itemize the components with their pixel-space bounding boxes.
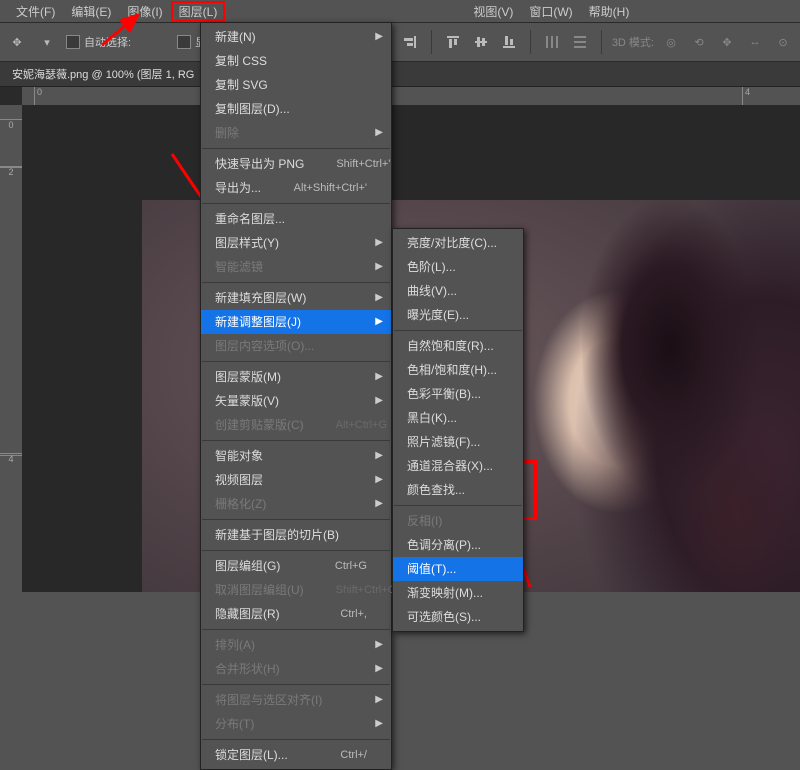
- adj-brightness[interactable]: 亮度/对比度(C)...: [393, 231, 523, 255]
- submenu-arrow-icon: ▶: [375, 313, 383, 331]
- menu-view[interactable]: 视图(V): [465, 1, 521, 22]
- menu-hide-layers[interactable]: 隐藏图层(R)Ctrl+,: [201, 602, 391, 626]
- distribute-v-icon[interactable]: [569, 31, 591, 53]
- menu-lock-layers[interactable]: 锁定图层(L)...Ctrl+/: [201, 743, 391, 767]
- adj-invert: 反相(I): [393, 509, 523, 533]
- menu-copy-svg[interactable]: 复制 SVG: [201, 73, 391, 97]
- menu-smart-object[interactable]: 智能对象▶: [201, 444, 391, 468]
- menu-smart-filter: 智能滤镜▶: [201, 255, 391, 279]
- adj-vibrance[interactable]: 自然饱和度(R)...: [393, 334, 523, 358]
- menu-arrange: 排列(A)▶: [201, 633, 391, 657]
- mode-3d-label: 3D 模式:: [612, 34, 654, 50]
- adj-threshold[interactable]: 阈值(T)...: [393, 557, 523, 581]
- pan-3d-icon[interactable]: ✥: [716, 31, 738, 53]
- menu-new-fill-layer[interactable]: 新建填充图层(W)▶: [201, 286, 391, 310]
- submenu-arrow-icon: ▶: [375, 691, 383, 709]
- tool-preset-dropdown-icon[interactable]: ▾: [36, 31, 58, 53]
- menu-new-adjustment-layer[interactable]: 新建调整图层(J)▶: [201, 310, 391, 334]
- distribute-h-icon[interactable]: [541, 31, 563, 53]
- adj-color-lookup[interactable]: 颜色查找...: [393, 478, 523, 502]
- adj-gradient-map[interactable]: 渐变映射(M)...: [393, 581, 523, 605]
- menu-distribute: 分布(T)▶: [201, 712, 391, 736]
- align-top-icon[interactable]: [442, 31, 464, 53]
- menu-rename-layer[interactable]: 重命名图层...: [201, 207, 391, 231]
- layer-dropdown-menu: 新建(N)▶ 复制 CSS 复制 SVG 复制图层(D)... 删除▶ 快速导出…: [200, 22, 392, 770]
- menu-new[interactable]: 新建(N)▶: [201, 25, 391, 49]
- ruler-v-tick: 2: [0, 166, 22, 177]
- move-tool-icon[interactable]: ✥: [6, 31, 28, 53]
- adj-exposure[interactable]: 曝光度(E)...: [393, 303, 523, 327]
- adj-black-white[interactable]: 黑白(K)...: [393, 406, 523, 430]
- adj-levels[interactable]: 色阶(L)...: [393, 255, 523, 279]
- menu-group-layers[interactable]: 图层编组(G)Ctrl+G: [201, 554, 391, 578]
- menu-edit[interactable]: 编辑(E): [63, 1, 119, 22]
- menu-help[interactable]: 帮助(H): [581, 1, 638, 22]
- menu-video-layers[interactable]: 视频图层▶: [201, 468, 391, 492]
- submenu-arrow-icon: ▶: [375, 715, 383, 733]
- options-bar: ✥ ▾ 自动选择: 显 3D 模式: ◎ ⟲ ✥ ↔ ⊙: [0, 23, 800, 62]
- submenu-arrow-icon: ▶: [375, 258, 383, 276]
- menu-layer-content-options: 图层内容选项(O)...: [201, 334, 391, 358]
- submenu-arrow-icon: ▶: [375, 28, 383, 46]
- ruler-h-tick: 0: [34, 87, 42, 105]
- ruler-v-tick: 0: [0, 119, 22, 130]
- slide-3d-icon[interactable]: ↔: [744, 31, 766, 53]
- align-middle-icon[interactable]: [470, 31, 492, 53]
- menu-layer-mask[interactable]: 图层蒙版(M)▶: [201, 365, 391, 389]
- submenu-arrow-icon: ▶: [375, 289, 383, 307]
- menu-quick-export-png[interactable]: 快速导出为 PNGShift+Ctrl+': [201, 152, 391, 176]
- submenu-arrow-icon: ▶: [375, 636, 383, 654]
- roll-3d-icon[interactable]: ⟲: [688, 31, 710, 53]
- submenu-arrow-icon: ▶: [375, 124, 383, 142]
- menu-combine-shapes: 合并形状(H)▶: [201, 657, 391, 681]
- align-bottom-icon[interactable]: [498, 31, 520, 53]
- document-tab[interactable]: 安妮海瑟薇.png @ 100% (图层 1, RG ×: [0, 62, 800, 87]
- submenu-arrow-icon: ▶: [375, 234, 383, 252]
- ruler-v-tick: 4: [0, 453, 22, 464]
- menu-ungroup: 取消图层编组(U)Shift+Ctrl+G: [201, 578, 391, 602]
- adj-channel-mixer[interactable]: 通道混合器(X)...: [393, 454, 523, 478]
- menu-bar: 文件(F) 编辑(E) 图像(I) 图层(L) 视图(V) 窗口(W) 帮助(H…: [0, 0, 800, 23]
- adj-photo-filter[interactable]: 照片滤镜(F)...: [393, 430, 523, 454]
- align-right-icon[interactable]: [399, 31, 421, 53]
- ruler-horizontal: 0 4: [22, 87, 800, 106]
- menu-duplicate-layer[interactable]: 复制图层(D)...: [201, 97, 391, 121]
- menu-rasterize: 栅格化(Z)▶: [201, 492, 391, 516]
- adj-hue-saturation[interactable]: 色相/饱和度(H)...: [393, 358, 523, 382]
- submenu-arrow-icon: ▶: [375, 447, 383, 465]
- menu-window[interactable]: 窗口(W): [521, 1, 580, 22]
- ruler-vertical: 0 2 4: [0, 105, 23, 592]
- adj-curves[interactable]: 曲线(V)...: [393, 279, 523, 303]
- adj-color-balance[interactable]: 色彩平衡(B)...: [393, 382, 523, 406]
- document-title: 安妮海瑟薇.png @ 100% (图层 1, RG: [12, 66, 194, 82]
- adj-selective-color[interactable]: 可选颜色(S)...: [393, 605, 523, 629]
- menu-slice-from-layer[interactable]: 新建基于图层的切片(B): [201, 523, 391, 547]
- menu-layer-style[interactable]: 图层样式(Y)▶: [201, 231, 391, 255]
- menu-export-as[interactable]: 导出为...Alt+Shift+Ctrl+': [201, 176, 391, 200]
- menu-align-selection: 将图层与选区对齐(I)▶: [201, 688, 391, 712]
- menu-vector-mask[interactable]: 矢量蒙版(V)▶: [201, 389, 391, 413]
- zoom-3d-icon[interactable]: ⊙: [772, 31, 794, 53]
- menu-file[interactable]: 文件(F): [8, 1, 63, 22]
- submenu-arrow-icon: ▶: [375, 495, 383, 513]
- submenu-arrow-icon: ▶: [375, 471, 383, 489]
- submenu-arrow-icon: ▶: [375, 660, 383, 678]
- menu-delete: 删除▶: [201, 121, 391, 145]
- auto-select-checkbox[interactable]: 自动选择:: [66, 34, 131, 50]
- adjustment-submenu: 亮度/对比度(C)... 色阶(L)... 曲线(V)... 曝光度(E)...…: [392, 228, 524, 632]
- auto-select-label: 自动选择:: [84, 34, 131, 50]
- menu-clipping-mask: 创建剪贴蒙版(C)Alt+Ctrl+G: [201, 413, 391, 437]
- menu-copy-css[interactable]: 复制 CSS: [201, 49, 391, 73]
- adj-posterize[interactable]: 色调分离(P)...: [393, 533, 523, 557]
- submenu-arrow-icon: ▶: [375, 368, 383, 386]
- menu-image[interactable]: 图像(I): [119, 1, 170, 22]
- ruler-h-tick: 4: [742, 87, 750, 105]
- menu-layer[interactable]: 图层(L): [171, 1, 226, 22]
- submenu-arrow-icon: ▶: [375, 392, 383, 410]
- orbit-3d-icon[interactable]: ◎: [660, 31, 682, 53]
